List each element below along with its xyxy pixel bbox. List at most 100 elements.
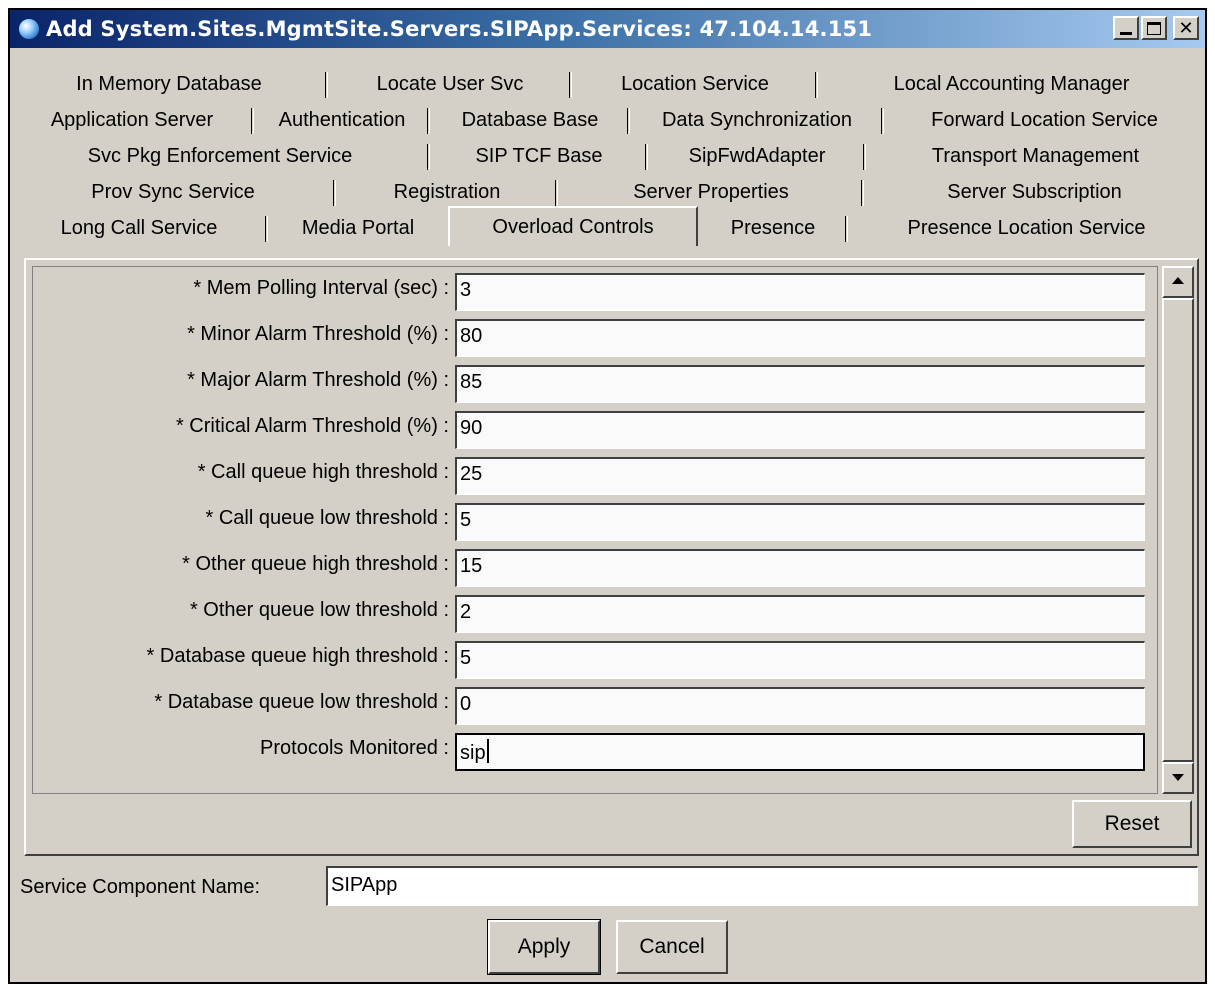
field-row: * Major Alarm Threshold (%) : 85 [33,365,1159,403]
tab-sip-tcf-base[interactable]: SIP TCF Base [430,138,648,174]
call-queue-low-threshold-input[interactable]: 5 [455,503,1145,541]
field-row: Protocols Monitored : sip [33,733,1159,771]
tab-location-service[interactable]: Location Service [572,66,818,102]
tab-label: Svc Pkg Enforcement Service [87,144,353,167]
tab-label: Server Properties [633,180,789,203]
tab-label: Local Accounting Manager [893,72,1130,95]
field-label: * Database queue high threshold : [146,645,449,667]
tab-media-portal[interactable]: Media Portal [268,210,448,246]
tab-label: Location Service [621,72,769,95]
tab-label: Forward Location Service [931,108,1158,131]
tab-server-properties[interactable]: Server Properties [558,174,864,210]
field-row: * Database queue low threshold : 0 [33,687,1159,725]
minimize-button[interactable] [1113,16,1139,40]
field-row: * Minor Alarm Threshold (%) : 80 [33,319,1159,357]
close-icon: ✕ [1178,18,1194,38]
tab-long-call-service[interactable]: Long Call Service [10,210,268,246]
tab-label: Long Call Service [60,216,218,239]
tab-forward-location-service[interactable]: Forward Location Service [884,102,1205,138]
tab-label: Database Base [461,108,599,131]
reset-button[interactable]: Reset [1072,800,1192,848]
tab-label: Authentication [278,108,406,131]
tab-label: Media Portal [301,216,415,239]
overload-controls-panel: * Mem Polling Interval (sec) : 3 * Minor… [24,258,1199,856]
tab-label: SipFwdAdapter [688,144,826,167]
major-alarm-threshold-input[interactable]: 85 [455,365,1145,403]
field-label: Protocols Monitored : [260,737,449,759]
arrow-up-icon [1172,277,1184,284]
tab-label: Locate User Svc [376,72,524,95]
scroll-up-button[interactable] [1162,266,1194,298]
close-button[interactable]: ✕ [1173,16,1199,40]
field-label: * Other queue high threshold : [182,553,449,575]
tab-label: Overload Controls [492,215,654,238]
tab-overload-controls[interactable]: Overload Controls [448,206,698,246]
tab-locate-user-svc[interactable]: Locate User Svc [328,66,572,102]
critical-alarm-threshold-input[interactable]: 90 [455,411,1145,449]
window-title: Add System.Sites.MgmtSite.Servers.SIPApp… [46,17,873,41]
maximize-button[interactable] [1141,16,1167,40]
globe-icon [18,18,40,40]
tab-prov-sync-service[interactable]: Prov Sync Service [10,174,336,210]
protocols-monitored-input[interactable]: sip [455,733,1145,771]
tab-transport-management[interactable]: Transport Management [866,138,1205,174]
tab-presence[interactable]: Presence [698,210,848,246]
minor-alarm-threshold-input[interactable]: 80 [455,319,1145,357]
tab-in-memory-database[interactable]: In Memory Database [10,66,328,102]
tab-row-5: Long Call Service Media Portal Overload … [10,206,1205,246]
maximize-icon [1147,21,1161,35]
scroll-down-button[interactable] [1162,762,1194,794]
tab-row-2: Application Server Authentication Databa… [10,102,1205,138]
service-component-name-input[interactable]: SIPApp [326,866,1198,906]
field-row: * Call queue high threshold : 25 [33,457,1159,495]
database-queue-low-threshold-input[interactable]: 0 [455,687,1145,725]
vertical-scrollbar[interactable] [1162,266,1194,794]
text-caret [486,739,489,763]
tab-presence-location-service[interactable]: Presence Location Service [848,210,1205,246]
field-label: * Minor Alarm Threshold (%) : [187,323,449,345]
field-label: * Major Alarm Threshold (%) : [187,369,449,391]
field-row: * Call queue low threshold : 5 [33,503,1159,541]
tab-server-subscription[interactable]: Server Subscription [864,174,1205,210]
field-row: * Critical Alarm Threshold (%) : 90 [33,411,1159,449]
scroll-thumb[interactable] [1162,298,1194,762]
form-area: * Mem Polling Interval (sec) : 3 * Minor… [32,266,1158,794]
apply-button[interactable]: Apply [487,919,601,975]
tab-registration[interactable]: Registration [336,174,558,210]
dialog-window: Add System.Sites.MgmtSite.Servers.SIPApp… [8,8,1207,984]
title-bar[interactable]: Add System.Sites.MgmtSite.Servers.SIPApp… [10,10,1205,48]
tab-local-accounting-manager[interactable]: Local Accounting Manager [818,66,1205,102]
field-row: * Other queue high threshold : 15 [33,549,1159,587]
database-queue-high-threshold-input[interactable]: 5 [455,641,1145,679]
tab-sipfwdadapter[interactable]: SipFwdAdapter [648,138,866,174]
field-label: * Call queue low threshold : [205,507,449,529]
tab-svc-pkg-enforcement-service[interactable]: Svc Pkg Enforcement Service [10,138,430,174]
call-queue-high-threshold-input[interactable]: 25 [455,457,1145,495]
tab-label: Prov Sync Service [91,180,255,203]
tab-label: Data Synchronization [661,108,853,131]
other-queue-high-threshold-input[interactable]: 15 [455,549,1145,587]
arrow-down-icon [1172,774,1184,781]
service-component-name-label: Service Component Name: [20,876,261,898]
field-row: * Other queue low threshold : 2 [33,595,1159,633]
tab-data-synchronization[interactable]: Data Synchronization [630,102,884,138]
tab-database-base[interactable]: Database Base [430,102,630,138]
cancel-button[interactable]: Cancel [616,920,728,974]
minimize-icon [1120,31,1132,35]
other-queue-low-threshold-input[interactable]: 2 [455,595,1145,633]
tab-label: In Memory Database [76,72,262,95]
tab-label: SIP TCF Base [475,144,603,167]
tab-row-3: Svc Pkg Enforcement Service SIP TCF Base… [10,138,1205,174]
mem-polling-interval-input[interactable]: 3 [455,273,1145,311]
tab-label: Presence [730,216,816,239]
field-label: * Call queue high threshold : [197,461,449,483]
tab-application-server[interactable]: Application Server [10,102,254,138]
tab-label: Server Subscription [947,180,1122,203]
protocols-monitored-value: sip [460,742,486,764]
tab-label: Application Server [50,108,214,131]
tab-label: Presence Location Service [907,216,1146,239]
tab-label: Registration [393,180,501,203]
field-label: * Mem Polling Interval (sec) : [193,277,449,299]
tab-row-4: Prov Sync Service Registration Server Pr… [10,174,1205,210]
tab-authentication[interactable]: Authentication [254,102,430,138]
